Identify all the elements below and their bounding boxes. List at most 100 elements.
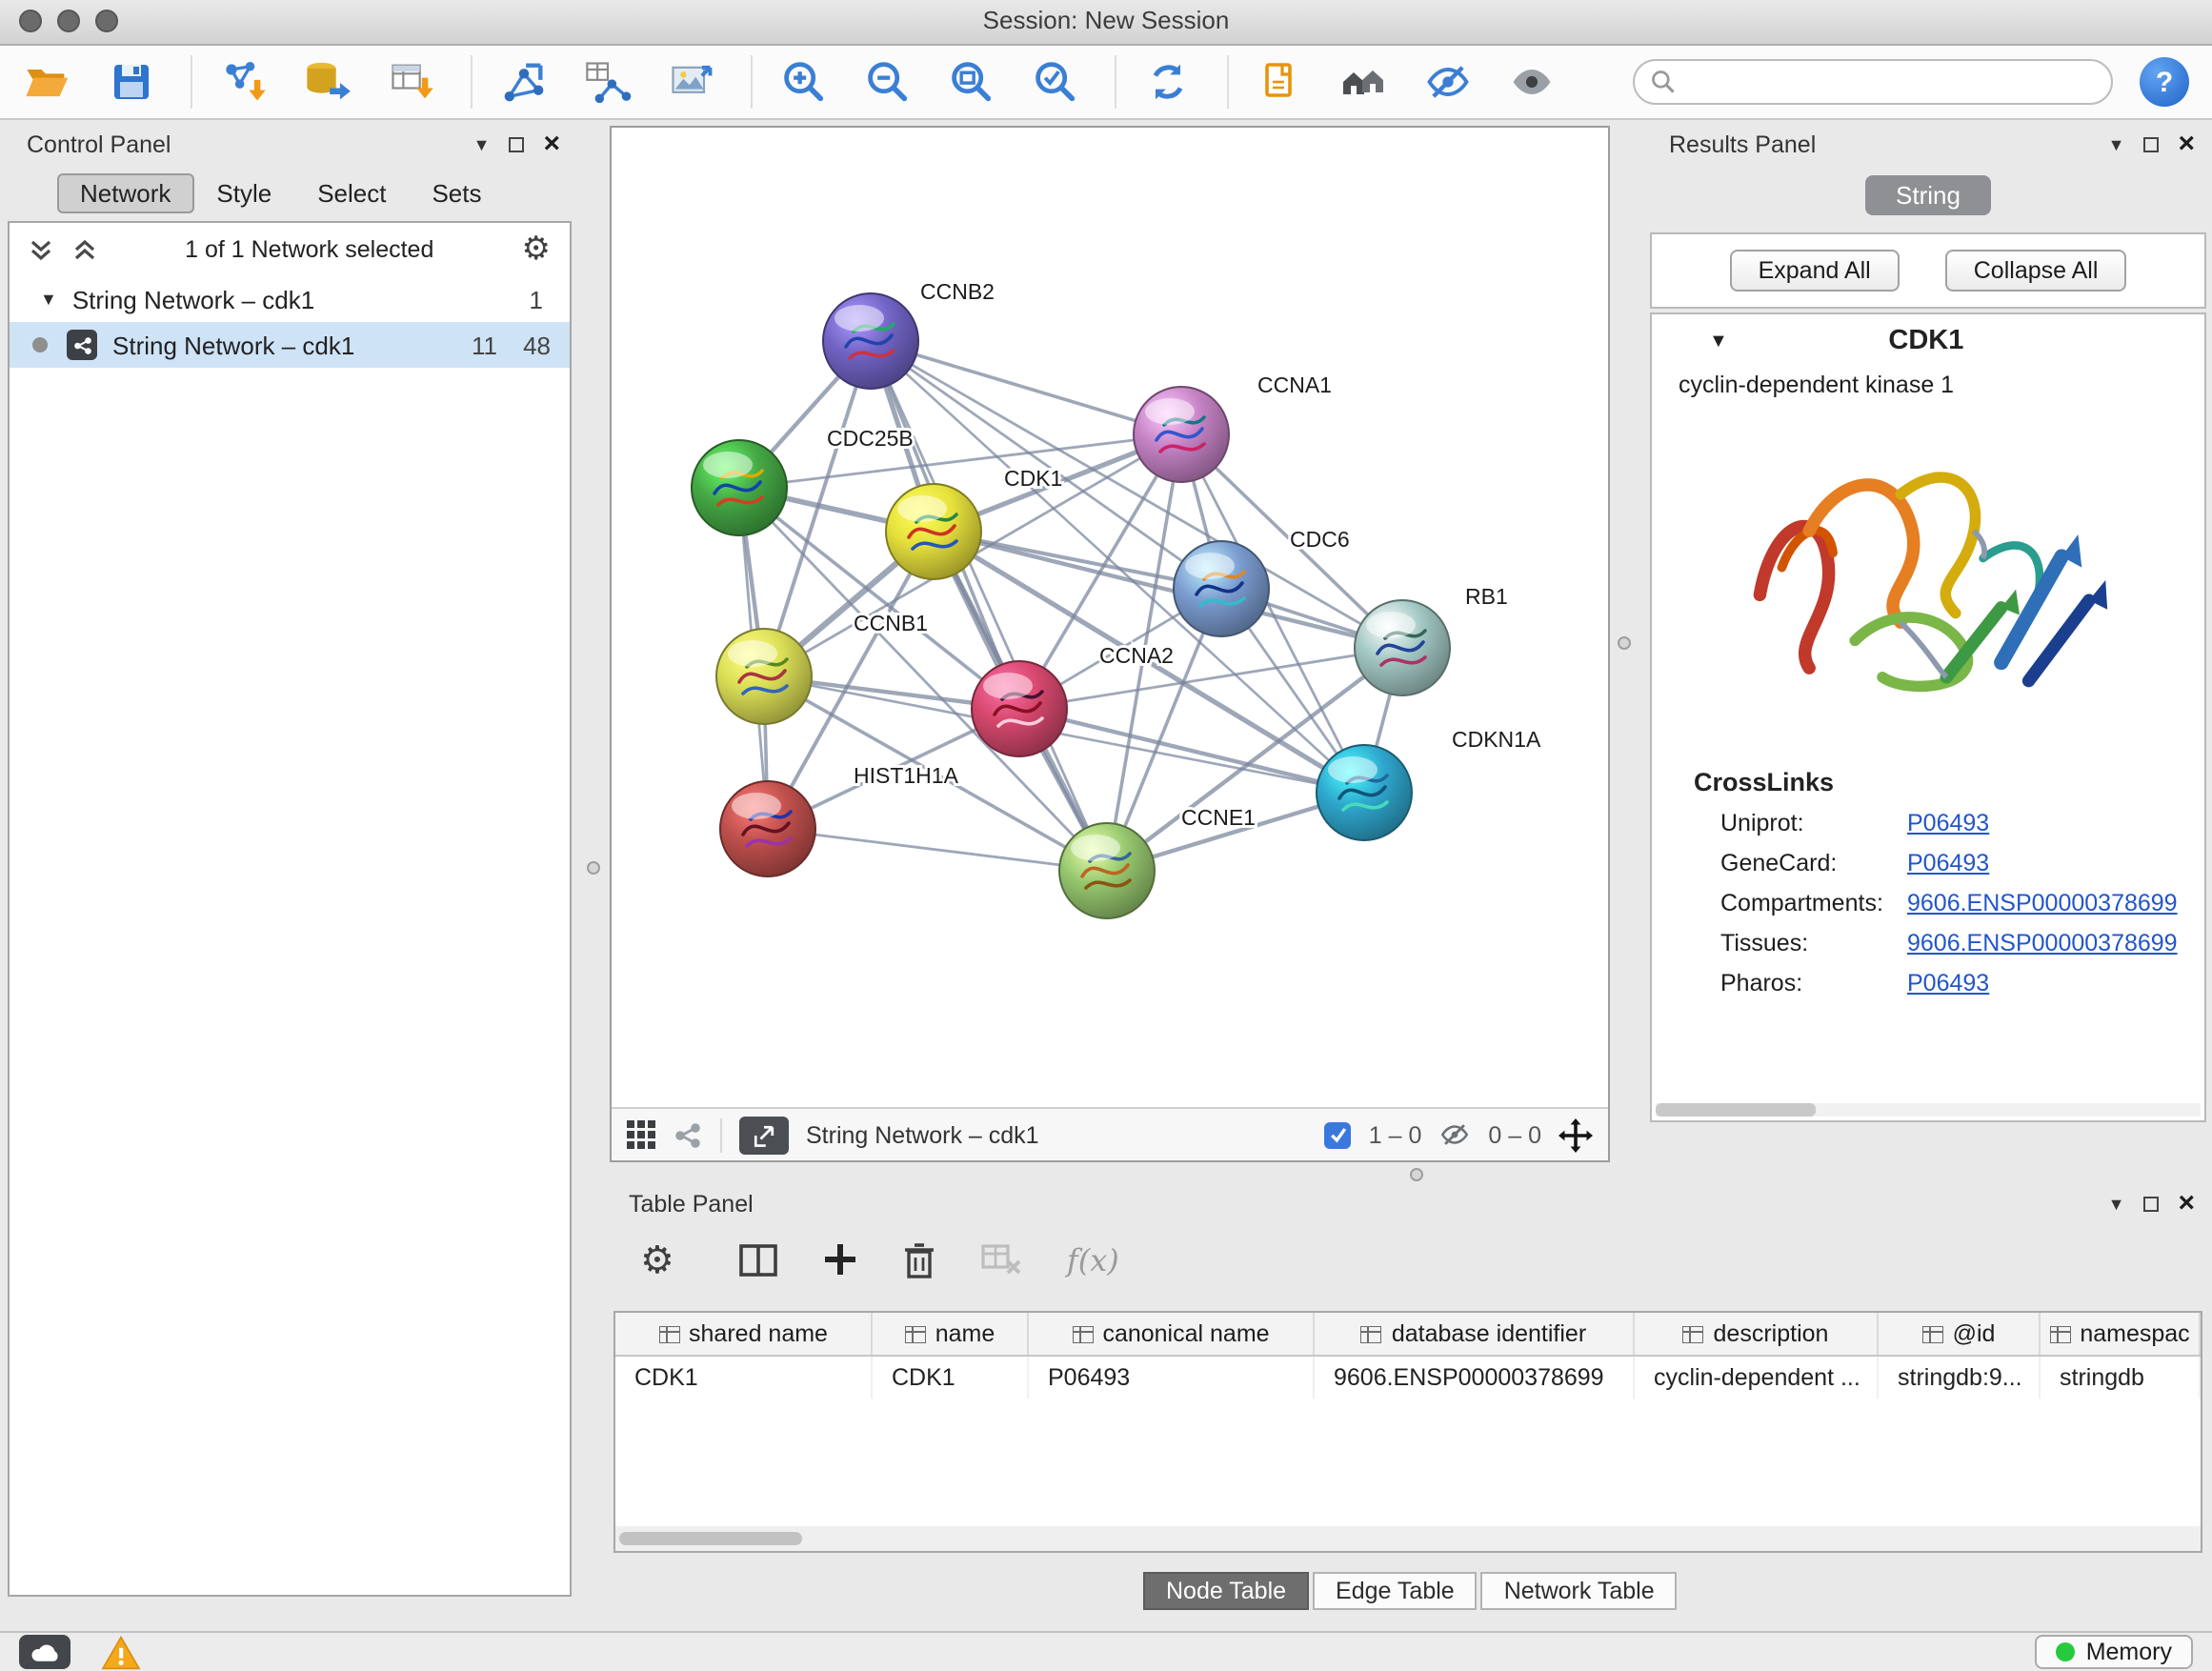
splitter-handle[interactable] <box>1618 636 1631 650</box>
network-node-CDKN1A[interactable]: CDKN1A <box>1317 727 1541 840</box>
import-network-database-button[interactable] <box>299 53 356 111</box>
birds-eye-view-icon[interactable] <box>627 1120 655 1149</box>
add-column-icon[interactable] <box>823 1242 857 1277</box>
network-node-HIST1H1A[interactable]: HIST1H1A <box>720 763 959 876</box>
network-node-CCNE1[interactable]: CCNE1 <box>1059 805 1256 918</box>
horizontal-scrollbar[interactable] <box>1656 1103 2201 1117</box>
uniprot-link[interactable]: P06493 <box>1907 810 1989 836</box>
minimize-panel-icon[interactable]: ▼ <box>2108 135 2125 154</box>
tab-sets[interactable]: Sets <box>409 173 504 213</box>
network-collection-row[interactable]: ▼ String Network – cdk1 1 <box>10 276 570 322</box>
tab-style[interactable]: Style <box>193 173 294 213</box>
tab-node-table[interactable]: Node Table <box>1143 1572 1309 1610</box>
network-node-CDC6[interactable]: CDC6 <box>1174 527 1350 636</box>
collapse-all-icon[interactable] <box>29 237 53 262</box>
network-edge[interactable] <box>768 829 1107 871</box>
network-edge[interactable] <box>871 341 1107 871</box>
zoom-fit-button[interactable] <box>943 53 1000 111</box>
column-header[interactable]: namespac <box>2041 1313 2201 1355</box>
table-cell[interactable]: 9606.ENSP00000378699 <box>1315 1357 1635 1399</box>
network-node-CCNA1[interactable]: CCNA1 <box>1134 372 1332 482</box>
network-node-RB1[interactable]: RB1 <box>1355 584 1508 695</box>
splitter-handle[interactable] <box>587 861 600 875</box>
close-panel-icon[interactable]: × <box>2178 135 2195 154</box>
table-cell[interactable]: stringdb <box>2041 1357 2201 1399</box>
new-network-button[interactable] <box>495 53 553 111</box>
columns-icon[interactable] <box>739 1243 777 1276</box>
scrollbar-thumb[interactable] <box>1656 1103 1816 1117</box>
collapse-all-button[interactable]: Collapse All <box>1945 250 2127 292</box>
fit-content-icon[interactable] <box>1558 1117 1593 1152</box>
network-list-header: 1 of 1 Network selected ⚙ <box>10 223 570 276</box>
import-network-file-button[interactable] <box>215 53 272 111</box>
refresh-layout-button[interactable] <box>1139 53 1196 111</box>
table-options-gear-icon[interactable]: ⚙ <box>640 1237 674 1282</box>
minimize-panel-icon[interactable]: ▼ <box>473 135 491 154</box>
cloud-icon <box>30 1641 60 1662</box>
table-cell[interactable]: P06493 <box>1029 1357 1315 1399</box>
disclosure-triangle-icon[interactable]: ▼ <box>1709 331 1728 352</box>
float-panel-icon[interactable] <box>2143 137 2159 152</box>
options-gear-icon[interactable]: ⚙ <box>522 231 552 269</box>
tab-network-table[interactable]: Network Table <box>1481 1572 1678 1610</box>
import-table-button[interactable] <box>383 53 440 111</box>
hide-selected-button[interactable] <box>1419 53 1477 111</box>
float-panel-icon[interactable] <box>509 137 524 152</box>
expand-all-icon[interactable] <box>72 237 97 262</box>
genecard-link[interactable]: P06493 <box>1907 850 1989 876</box>
network-row[interactable]: String Network – cdk1 11 48 <box>10 322 570 368</box>
table-cell[interactable]: stringdb:9... <box>1879 1357 2041 1399</box>
hidden-items-icon[interactable] <box>1438 1118 1471 1151</box>
column-header[interactable]: database identifier <box>1315 1313 1635 1355</box>
search-input[interactable] <box>1677 67 2096 97</box>
cloud-button[interactable] <box>19 1635 70 1669</box>
expand-all-button[interactable]: Expand All <box>1730 250 1900 292</box>
first-neighbors-button[interactable] <box>1336 53 1393 111</box>
network-edge[interactable] <box>1019 709 1364 793</box>
scrollbar-thumb[interactable] <box>619 1532 802 1545</box>
memory-button[interactable]: Memory <box>2035 1635 2193 1669</box>
table-cell[interactable]: CDK1 <box>873 1357 1029 1399</box>
column-header[interactable]: canonical name <box>1029 1313 1315 1355</box>
splitter-handle[interactable] <box>1410 1168 1423 1181</box>
close-panel-icon[interactable]: × <box>2178 1195 2195 1214</box>
table-cell[interactable]: CDK1 <box>615 1357 873 1399</box>
zoom-out-button[interactable] <box>859 53 916 111</box>
close-panel-icon[interactable]: × <box>543 135 560 154</box>
network-canvas[interactable]: CCNB2CCNA1CDC25BCDK1CDC6RB1CCNB1CCNA2CDK… <box>612 128 1608 1107</box>
minimize-panel-icon[interactable]: ▼ <box>2108 1195 2125 1214</box>
tab-select[interactable]: Select <box>294 173 409 213</box>
horizontal-scrollbar[interactable] <box>615 1526 2201 1551</box>
tissues-link[interactable]: 9606.ENSP00000378699 <box>1907 930 2178 956</box>
tab-network[interactable]: Network <box>57 173 193 213</box>
save-session-button[interactable] <box>103 53 160 111</box>
clone-network-button[interactable] <box>579 53 636 111</box>
selected-nodes-checkbox[interactable] <box>1325 1121 1352 1148</box>
open-in-new-window-button[interactable] <box>739 1116 789 1154</box>
network-edge[interactable] <box>871 341 1181 434</box>
show-graphics-details-button[interactable] <box>1503 53 1560 111</box>
column-header[interactable]: shared name <box>615 1313 873 1355</box>
column-header[interactable]: name <box>873 1313 1029 1355</box>
column-header[interactable]: @id <box>1879 1313 2041 1355</box>
function-builder-icon[interactable]: f(x) <box>1067 1241 1119 1278</box>
zoom-selected-button[interactable] <box>1027 53 1084 111</box>
help-button[interactable]: ? <box>2140 57 2189 107</box>
document-button[interactable] <box>1252 53 1309 111</box>
compartments-link[interactable]: 9606.ENSP00000378699 <box>1907 890 2178 916</box>
column-header[interactable]: description <box>1635 1313 1879 1355</box>
warning-icon[interactable] <box>101 1634 141 1670</box>
disclosure-triangle-icon[interactable]: ▼ <box>40 290 57 309</box>
string-results-tab[interactable]: String <box>1865 175 1991 215</box>
table-cell[interactable]: cyclin-dependent ... <box>1635 1357 1879 1399</box>
pharos-link[interactable]: P06493 <box>1907 970 1989 997</box>
zoom-in-button[interactable] <box>775 53 833 111</box>
network-node-CDK1[interactable]: CDK1 <box>886 466 1062 579</box>
delete-column-icon[interactable] <box>903 1241 935 1278</box>
float-panel-icon[interactable] <box>2143 1197 2159 1212</box>
open-session-button[interactable] <box>19 53 76 111</box>
export-image-button[interactable] <box>663 53 720 111</box>
tab-edge-table[interactable]: Edge Table <box>1313 1572 1478 1610</box>
node-table: shared name name canonical name database… <box>613 1311 2202 1553</box>
share-network-icon[interactable] <box>673 1119 703 1150</box>
